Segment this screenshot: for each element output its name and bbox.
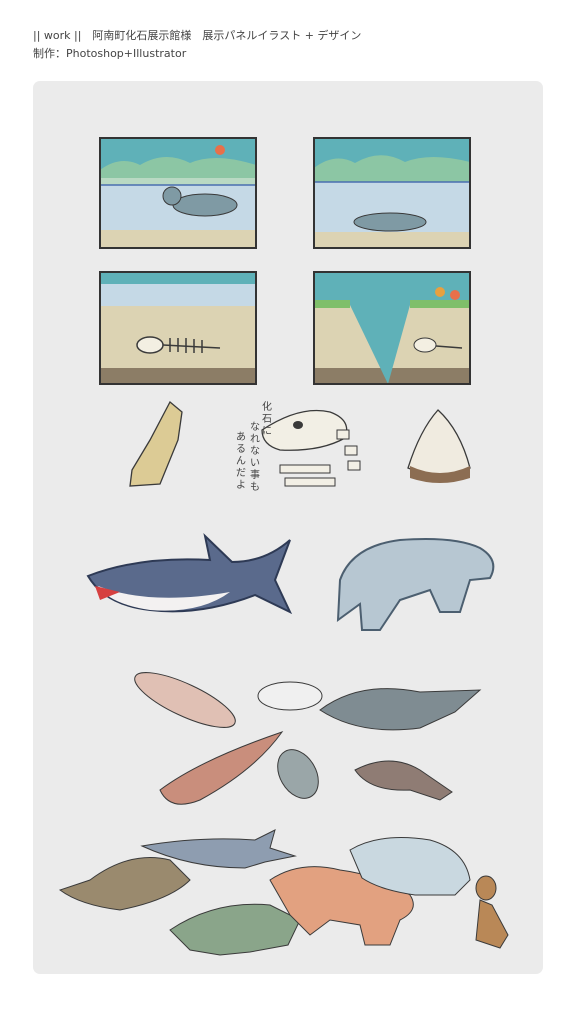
stegosaur-illustration	[169, 903, 301, 956]
squid-illustration	[159, 731, 284, 805]
shark-tooth-fossil	[407, 409, 471, 483]
svg-text:な: な	[250, 445, 260, 457]
shark-illustration	[86, 533, 293, 615]
small-fish-illustration	[257, 681, 323, 711]
svg-text:石: 石	[262, 414, 272, 425]
primate-illustration	[475, 875, 509, 949]
scene-1	[99, 137, 257, 249]
svg-text:る: る	[236, 443, 246, 455]
shell-fossil	[129, 400, 183, 487]
svg-text:事: 事	[250, 468, 260, 481]
svg-text:に: に	[262, 425, 272, 437]
svg-text:あ: あ	[236, 431, 246, 443]
trilobite-illustration	[277, 749, 319, 799]
side-note-text: 化 石 に な れ な い 事 も あ る ん だ よ	[236, 400, 272, 493]
svg-text:だ: だ	[236, 467, 246, 479]
scene-3	[99, 271, 257, 385]
svg-text:化: 化	[262, 400, 272, 413]
lobe-fish-illustration	[354, 760, 453, 801]
svg-text:い: い	[250, 458, 260, 469]
svg-text:ん: ん	[236, 455, 246, 467]
svg-text:な: な	[250, 421, 260, 433]
scene-4	[313, 271, 471, 385]
artwork-illustration: 化 石 に な れ な い 事 も あ る ん だ よ	[58, 137, 509, 956]
svg-text:よ: よ	[236, 479, 246, 491]
skull-fossil	[261, 409, 361, 487]
desmostylus-illustration	[336, 538, 495, 631]
dunkleosteus-illustration	[319, 688, 482, 731]
anomalocaris-illustration	[134, 672, 236, 728]
scene-2	[313, 137, 471, 249]
dimetrodon-illustration	[58, 857, 191, 911]
svg-text:れ: れ	[250, 433, 260, 445]
svg-text:も: も	[250, 481, 260, 493]
